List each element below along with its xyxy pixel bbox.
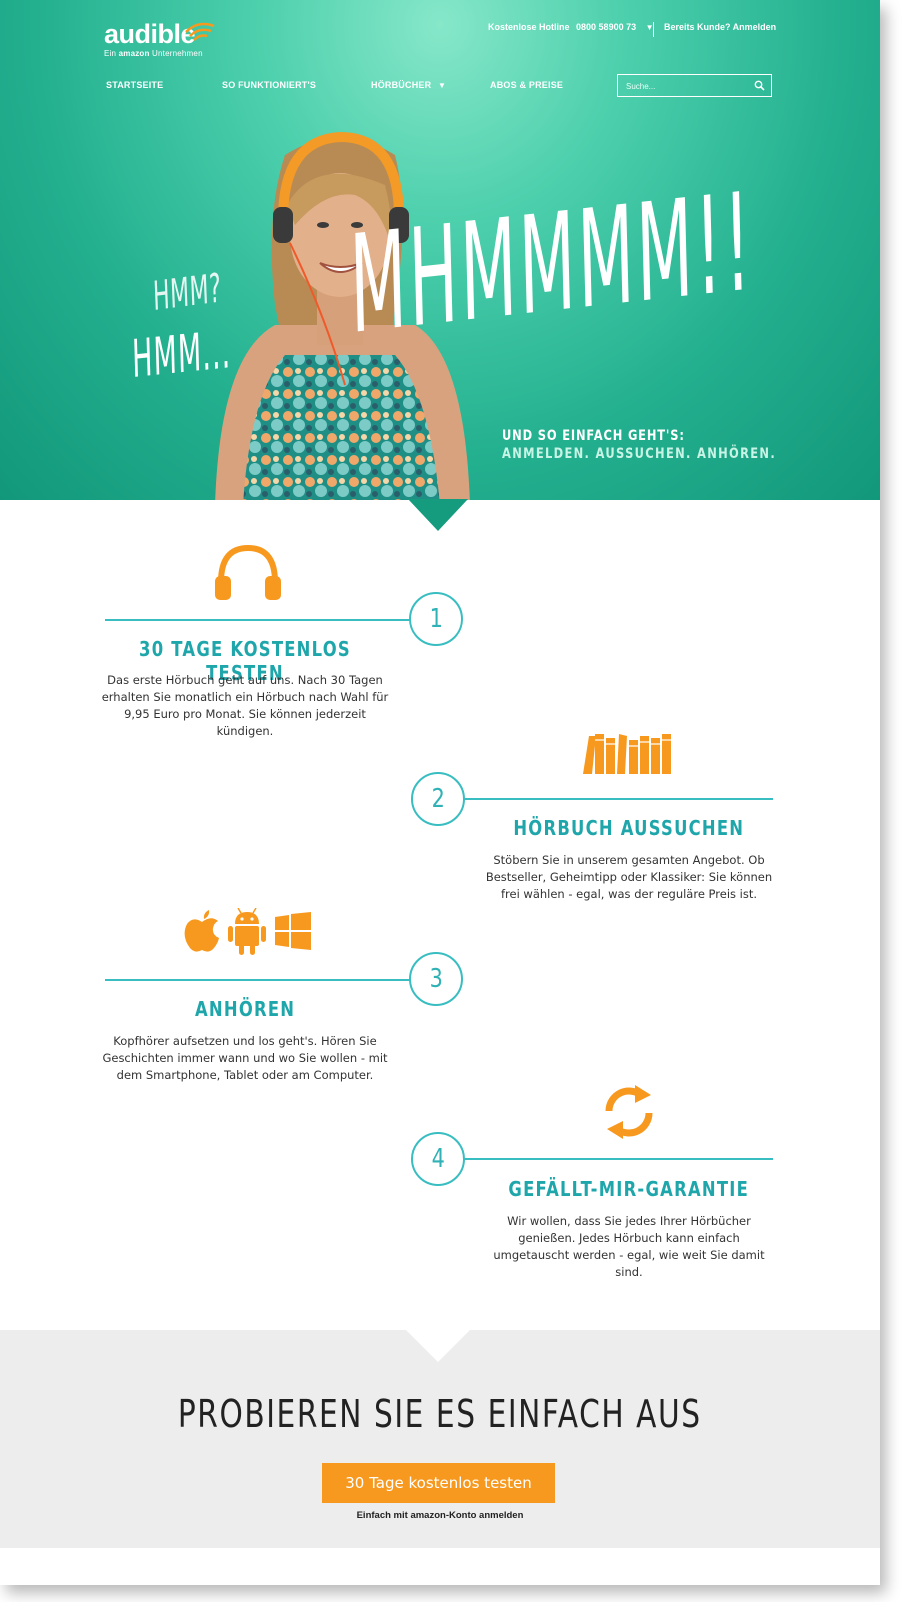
step-3-text: Kopfhörer aufsetzen und los geht's. Höre… xyxy=(102,1034,388,1082)
header-divider xyxy=(653,22,654,37)
hero-tagline-2: ANMELDEN. AUSSUCHEN. ANHÖREN. xyxy=(502,446,777,462)
search-icon[interactable] xyxy=(754,80,765,91)
exchange-icon xyxy=(605,1085,653,1139)
step-3-line xyxy=(105,979,411,981)
cta-title: PROBIEREN SIE ES EINFACH AUS xyxy=(178,1392,702,1436)
hero-banner: audible Ein amazon Unternehmen Kostenlos… xyxy=(0,0,880,500)
windows-icon xyxy=(275,912,311,950)
apple-icon xyxy=(184,910,219,952)
books-icon xyxy=(583,734,671,774)
cta-note-pre: Einfach mit xyxy=(356,1510,408,1521)
logo-subline: Ein amazon Unternehmen xyxy=(104,49,203,58)
hotline[interactable]: Kostenlose Hotline 0800 58900 73 ▼ xyxy=(488,22,658,32)
step-2-number: 2 xyxy=(411,772,465,826)
chevron-down-icon: ▼ xyxy=(438,81,447,90)
hero-mhm: MHMMMM!! xyxy=(348,163,755,364)
search-box xyxy=(617,74,772,97)
audible-logo[interactable]: audible Ein amazon Unternehmen xyxy=(104,20,215,58)
step-1-text: Das erste Hörbuch geht auf uns. Nach 30 … xyxy=(101,673,389,738)
step-2-title: HÖRBUCH AUSSUCHEN xyxy=(513,816,745,840)
step-4-number: 4 xyxy=(411,1132,465,1186)
page: audible Ein amazon Unternehmen Kostenlos… xyxy=(0,0,880,1585)
android-icon xyxy=(228,908,266,955)
cta-note: Einfach mit amazon-Konto anmelden xyxy=(0,1510,880,1521)
step-4-line xyxy=(463,1158,773,1160)
step-4-text: Wir wollen, dass Sie jedes Ihrer Hörbüch… xyxy=(493,1214,765,1279)
step-2-text: Stöbern Sie in unserem gesamten Angebot.… xyxy=(485,853,773,901)
amazon-wordmark: amazon xyxy=(410,1510,446,1521)
cta-note-post: -Konto anmelden xyxy=(445,1510,524,1521)
hero-tagline-1: UND SO EINFACH GEHT'S: xyxy=(502,428,685,444)
step-3-number: 3 xyxy=(409,952,463,1006)
step-4-title: GEFÄLLT-MIR-GARANTIE xyxy=(508,1177,750,1201)
search-input[interactable] xyxy=(624,79,746,94)
nav-hoerbuecher-label: HÖRBÜCHER xyxy=(371,80,432,90)
step-2-line xyxy=(463,798,773,800)
hotline-number: 0800 58900 73 xyxy=(576,22,637,32)
logo-waves-icon xyxy=(185,22,215,41)
cta-notch xyxy=(406,1330,470,1362)
hero-notch xyxy=(408,499,468,531)
login-link[interactable]: Bereits Kunde? Anmelden xyxy=(664,22,776,32)
hero-hmm-question: HMM? xyxy=(152,265,223,320)
nav-startseite[interactable]: STARTSEITE xyxy=(106,80,163,90)
hotline-label: Kostenlose Hotline xyxy=(488,22,570,32)
step-1-line xyxy=(105,619,411,621)
logo-sub-brand: amazon xyxy=(118,49,150,58)
step-1-number: 1 xyxy=(409,592,463,646)
nav-so-funktionierts[interactable]: SO FUNKTIONIERT'S xyxy=(222,80,316,90)
logo-sub-post: Unternehmen xyxy=(152,49,203,58)
nav-hoerbuecher[interactable]: HÖRBÜCHER ▼ xyxy=(371,80,446,90)
step-3-title: ANHÖREN xyxy=(194,997,296,1021)
headphones-icon xyxy=(215,544,281,600)
nav-abos-preise[interactable]: ABOS & PREISE xyxy=(490,80,563,90)
hero-hmm-dots: HMM... xyxy=(131,320,232,390)
trial-button[interactable]: 30 Tage kostenlos testen xyxy=(322,1463,555,1503)
logo-sub-pre: Ein xyxy=(104,49,117,58)
